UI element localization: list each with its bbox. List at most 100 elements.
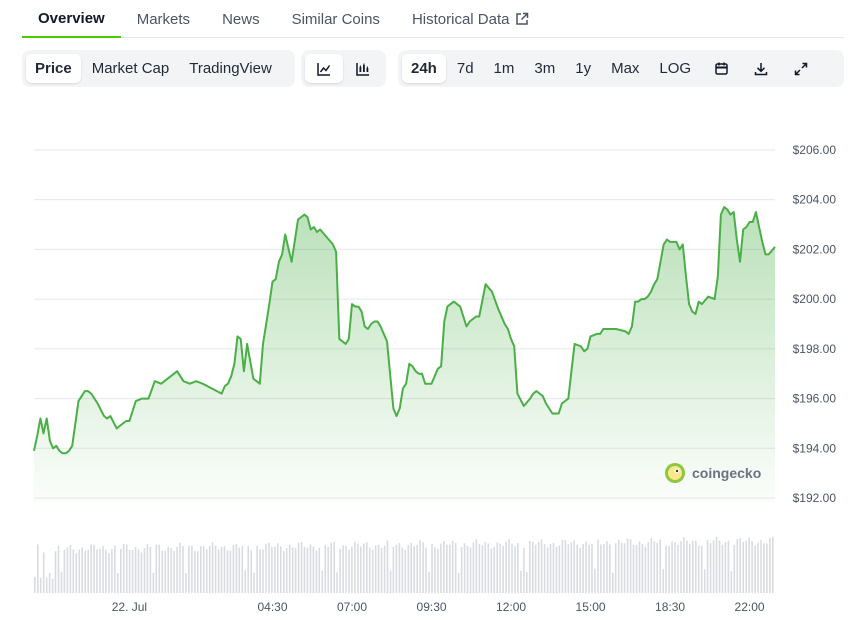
y-tick-label: $206.00 [793, 143, 837, 157]
volume-bar [419, 540, 421, 593]
volume-bar [763, 543, 765, 593]
fullscreen-icon [793, 61, 809, 77]
volume-bar [395, 544, 398, 593]
volume-bar [42, 552, 45, 593]
volume-bar [140, 552, 143, 593]
volume-bar [425, 547, 427, 593]
tab-news[interactable]: News [206, 0, 276, 38]
volume-bar [34, 576, 36, 593]
line-chart-button[interactable] [305, 54, 343, 83]
calendar-button[interactable] [702, 54, 740, 83]
volume-bar [665, 545, 667, 593]
x-tick-label: 07:00 [337, 600, 367, 614]
view-toggle-group: Price Market Cap TradingView [22, 50, 295, 87]
volume-bar [217, 549, 220, 593]
volume-bar [271, 546, 273, 593]
view-price-button[interactable]: Price [26, 54, 81, 83]
range-24h-button[interactable]: 24h [402, 54, 446, 83]
view-tradingview-button[interactable]: TradingView [180, 54, 281, 83]
volume-bar [149, 547, 152, 593]
range-log-button[interactable]: LOG [650, 54, 700, 83]
volume-bar [182, 545, 184, 593]
volume-bar [502, 545, 504, 593]
volume-bar [526, 572, 528, 593]
x-tick-label: 22:00 [735, 600, 765, 614]
volume-bar [211, 542, 214, 593]
volume-bar [451, 540, 454, 593]
volume-bar [407, 544, 410, 593]
range-7d-button[interactable]: 7d [448, 54, 483, 83]
chart-type-group [301, 50, 386, 87]
volume-bar [612, 572, 614, 593]
volume-bar [280, 546, 282, 593]
volume-bar [582, 544, 584, 593]
volume-bar [188, 545, 190, 593]
volume-bar [591, 544, 593, 593]
volume-bar [490, 548, 493, 593]
volume-bar [114, 545, 116, 593]
volume-bar [523, 548, 525, 593]
volume-bar [644, 546, 647, 593]
volume-bar [330, 542, 332, 593]
x-tick-label: 12:00 [496, 600, 526, 614]
tab-overview[interactable]: Overview [22, 0, 121, 38]
volume-bar [274, 546, 276, 593]
y-tick-label: $200.00 [793, 292, 837, 306]
volume-bar [223, 545, 226, 593]
volume-bar [66, 547, 69, 593]
tab-similar-coins[interactable]: Similar Coins [276, 0, 396, 38]
x-tick-label: 15:00 [576, 600, 606, 614]
volume-bar [60, 571, 63, 593]
range-1m-button[interactable]: 1m [485, 54, 524, 83]
volume-bar [754, 545, 756, 593]
tab-markets[interactable]: Markets [121, 0, 206, 38]
tab-historical-data[interactable]: Historical Data [396, 0, 546, 38]
volume-bar [368, 547, 371, 593]
volume-bar [164, 551, 166, 593]
volume-bar [143, 548, 146, 593]
price-chart[interactable]: $206.00 $204.00 $202.00 $200.00 $198.00 $196.… [0, 100, 858, 620]
volume-bar [692, 540, 694, 593]
volume-bar [478, 543, 481, 593]
volume-bar [345, 546, 347, 593]
range-1y-button[interactable]: 1y [566, 54, 600, 83]
range-3m-button[interactable]: 3m [525, 54, 564, 83]
volume-bar [748, 537, 750, 593]
range-max-button[interactable]: Max [602, 54, 648, 83]
volume-bar [576, 544, 578, 593]
volume-bar [540, 539, 543, 593]
volume-bar [161, 550, 164, 593]
view-market-cap-button[interactable]: Market Cap [83, 54, 179, 83]
tab-label: News [222, 10, 260, 28]
volume-bar [751, 541, 753, 593]
volume-bar [546, 547, 549, 593]
volume-bar [176, 546, 178, 593]
download-button[interactable] [742, 54, 780, 83]
volume-bar [235, 544, 238, 593]
volume-bar [638, 541, 641, 593]
volume-bar [54, 551, 57, 593]
candlestick-chart-button[interactable] [345, 54, 383, 83]
volume-bar [466, 545, 469, 593]
volume-bar [695, 540, 697, 593]
volume-bar [194, 550, 196, 593]
volume-bar [712, 540, 715, 593]
volume-bar [229, 550, 232, 593]
volume-bar [383, 545, 386, 593]
volume-bar [339, 548, 341, 593]
volume-bar [306, 547, 309, 593]
volume-bar [318, 547, 321, 593]
volume-bar [250, 550, 252, 593]
volume-bar [185, 573, 187, 593]
volume-bar [167, 546, 169, 593]
volume-bar [460, 547, 463, 593]
y-tick-label: $194.00 [793, 441, 837, 455]
volume-bar [609, 544, 611, 593]
volume-bar [606, 541, 608, 593]
fullscreen-button[interactable] [782, 54, 820, 83]
watermark-text: coingecko [692, 465, 762, 481]
volume-bar [348, 549, 350, 593]
volume-bar [431, 543, 433, 593]
volume-bar [137, 549, 140, 593]
volume-bar [650, 538, 653, 593]
